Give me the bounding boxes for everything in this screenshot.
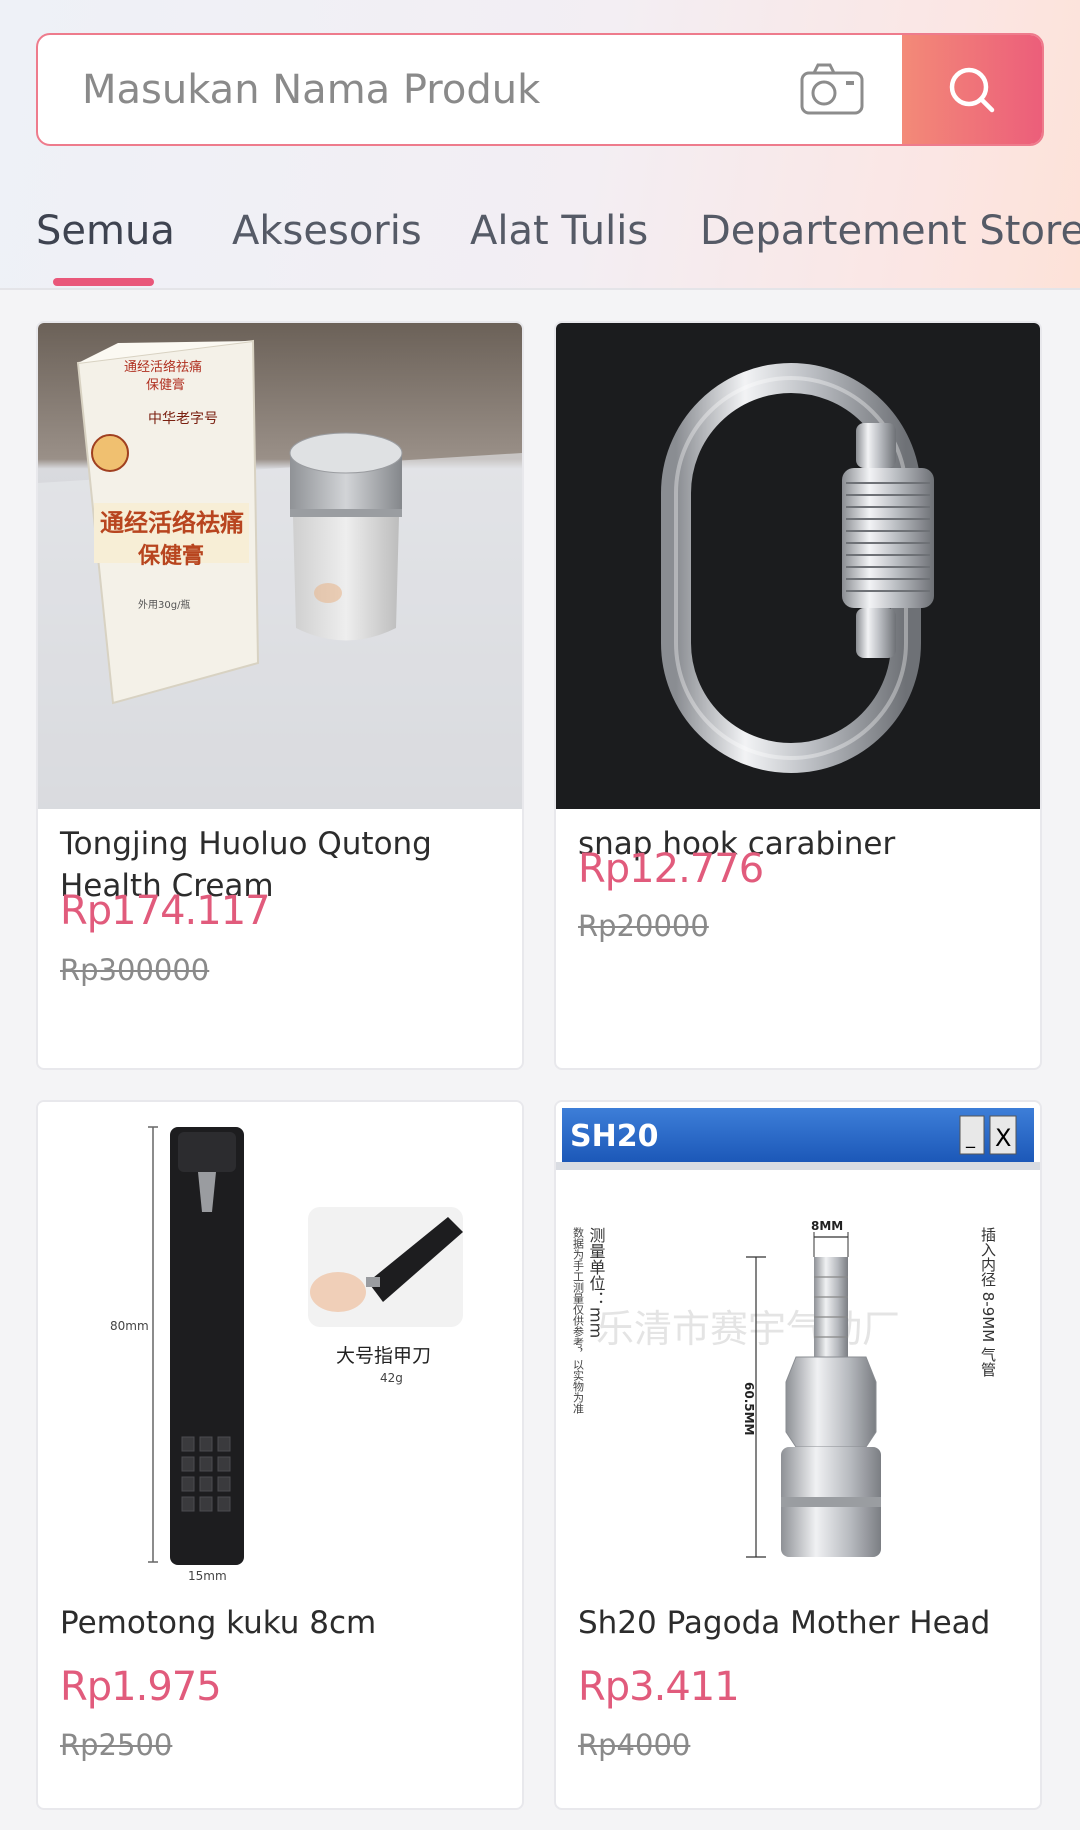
right-note: 插入内径 8-9MM 气管 — [979, 1227, 997, 1377]
active-tab-indicator — [53, 278, 154, 286]
window-title: SH20 — [570, 1119, 658, 1154]
product-card[interactable]: SH20 _ X 乐清市赛宇气动厂 测量单位：mm 数据为手工测量仅供参考，以实… — [554, 1100, 1042, 1810]
camera-icon[interactable] — [800, 61, 864, 117]
product-original-price: Rp2500 — [60, 1728, 173, 1762]
tab-semua[interactable]: Semua — [36, 208, 175, 254]
top-dimension-label: 8MM — [811, 1219, 843, 1233]
search-bar — [36, 33, 1044, 146]
product-price: Rp1.975 — [60, 1664, 222, 1710]
svg-text:保健膏: 保健膏 — [137, 543, 204, 569]
search-button[interactable] — [902, 35, 1042, 144]
product-original-price: Rp20000 — [578, 909, 709, 943]
close-glyph: X — [995, 1124, 1011, 1152]
left-note-2: 数据为手工测量仅供参考，以实物为准 — [572, 1227, 585, 1414]
svg-text:中华老字号: 中华老字号 — [148, 411, 218, 427]
product-card[interactable]: 通经活络祛痛 保健膏 中华老字号 通经活络祛痛 保健膏 外用30g/瓶 Tong… — [36, 321, 524, 1070]
product-label-zh: 大号指甲刀 — [336, 1345, 431, 1367]
tab-aksesoris[interactable]: Aksesoris — [232, 208, 422, 254]
product-name: Sh20 Pagoda Mother Head — [578, 1605, 991, 1641]
product-original-price: Rp300000 — [60, 953, 210, 987]
product-image: 80mm 15mm 大号指甲刀 42g — [38, 1102, 522, 1588]
svg-text:通经活络祛痛: 通经活络祛痛 — [124, 359, 202, 375]
tab-alat-tulis[interactable]: Alat Tulis — [470, 208, 648, 254]
product-image — [556, 323, 1040, 809]
search-icon — [949, 67, 995, 112]
search-input[interactable] — [82, 35, 782, 144]
product-price: Rp12.776 — [578, 846, 764, 892]
left-note-1: 测量单位：mm — [587, 1227, 606, 1338]
category-tabs: Semua Aksesoris Alat Tulis Departement S… — [0, 200, 1080, 290]
product-image: 通经活络祛痛 保健膏 中华老字号 通经活络祛痛 保健膏 外用30g/瓶 — [38, 323, 522, 809]
svg-text:通经活络祛痛: 通经活络祛痛 — [100, 509, 244, 537]
side-dimension-label: 60.5MM — [742, 1382, 756, 1436]
product-card[interactable]: snap hook carabiner Rp12.776 Rp20000 — [554, 321, 1042, 1070]
tab-departement-store[interactable]: Departement Store — [700, 208, 1080, 254]
product-price: Rp174.117 — [60, 888, 271, 934]
svg-text:外用30g/瓶: 外用30g/瓶 — [138, 598, 190, 611]
product-card[interactable]: 80mm 15mm 大号指甲刀 42g Pemotong kuku 8cm Rp… — [36, 1100, 524, 1810]
minimize-glyph: _ — [965, 1128, 976, 1149]
height-dimension-label: 80mm — [110, 1319, 149, 1333]
product-original-price: Rp4000 — [578, 1728, 691, 1762]
product-price: Rp3.411 — [578, 1664, 740, 1710]
product-image: SH20 _ X 乐清市赛宇气动厂 测量单位：mm 数据为手工测量仅供参考，以实… — [556, 1102, 1040, 1588]
width-dimension-label: 15mm — [188, 1569, 227, 1583]
product-name: Pemotong kuku 8cm — [60, 1605, 377, 1641]
svg-text:保健膏: 保健膏 — [146, 377, 185, 393]
weight-label: 42g — [380, 1371, 403, 1385]
watermark-text: 乐清市赛宇气动厂 — [596, 1307, 900, 1351]
